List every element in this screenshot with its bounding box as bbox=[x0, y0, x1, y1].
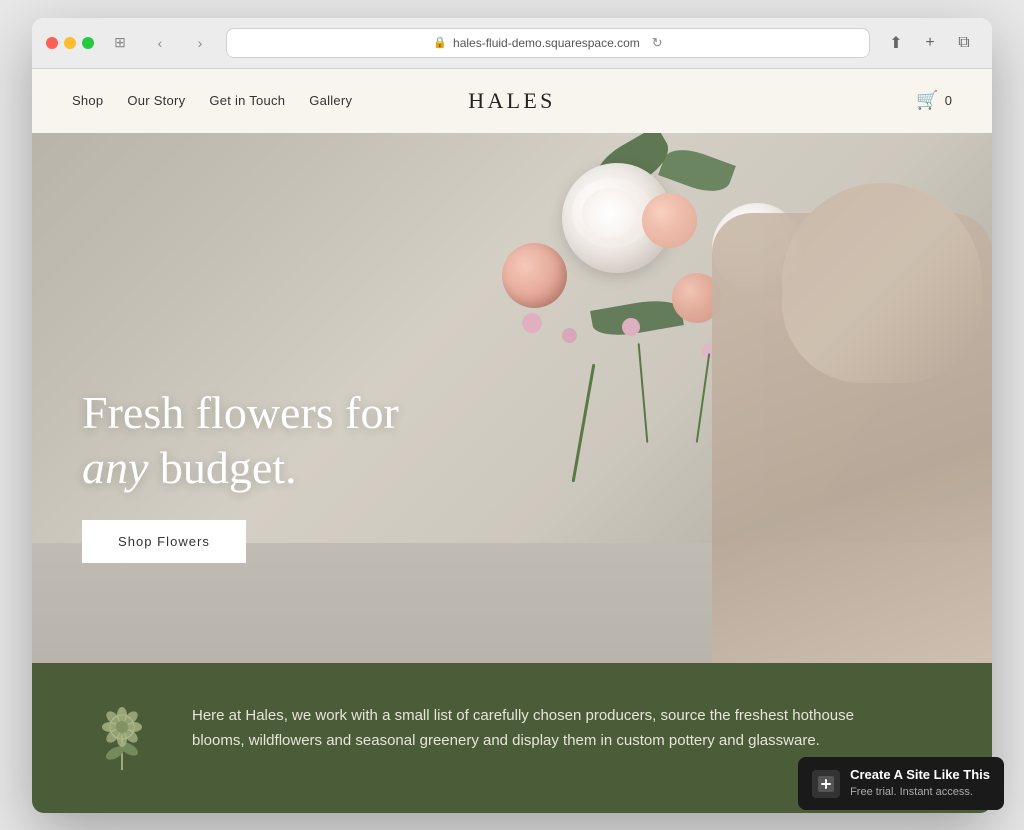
stem-1 bbox=[572, 363, 596, 482]
back-button[interactable]: ‹ bbox=[146, 29, 174, 57]
blossom-1 bbox=[522, 313, 542, 333]
blossom-2 bbox=[562, 328, 577, 343]
headline-line-3: budget. bbox=[148, 442, 296, 493]
forward-button[interactable]: › bbox=[186, 29, 214, 57]
floral-emblem bbox=[92, 703, 152, 773]
site-logo: HALES bbox=[468, 88, 555, 114]
browser-chrome: ⊞ ‹ › 🔒 hales-fluid-demo.squarespace.com… bbox=[32, 18, 992, 69]
traffic-lights bbox=[46, 37, 94, 49]
nav-get-in-touch[interactable]: Get in Touch bbox=[209, 93, 285, 108]
person-head bbox=[782, 183, 982, 383]
site-navigation: Shop Our Story Get in Touch Gallery bbox=[72, 93, 352, 108]
headline-italic: any bbox=[82, 442, 148, 493]
browser-window: ⊞ ‹ › 🔒 hales-fluid-demo.squarespace.com… bbox=[32, 18, 992, 813]
url-text: hales-fluid-demo.squarespace.com bbox=[453, 36, 640, 50]
squarespace-icon bbox=[812, 770, 840, 798]
blossom-3 bbox=[622, 318, 640, 336]
maximize-button[interactable] bbox=[82, 37, 94, 49]
cart-count: 0 bbox=[945, 93, 952, 108]
create-site-banner[interactable]: Create A Site Like This Free trial. Inst… bbox=[798, 757, 1004, 810]
emblem-svg bbox=[95, 705, 150, 770]
cart-area[interactable]: 🛒 0 bbox=[916, 90, 952, 111]
create-site-text: Create A Site Like This Free trial. Inst… bbox=[850, 767, 990, 800]
bottom-body-text: Here at Hales, we work with a small list… bbox=[192, 703, 872, 754]
reload-icon[interactable]: ↻ bbox=[652, 35, 663, 51]
hero-headline: Fresh flowers for any budget. bbox=[82, 385, 399, 495]
rose-2 bbox=[642, 193, 697, 248]
stem-2 bbox=[638, 343, 649, 443]
create-site-sublabel: Free trial. Instant access. bbox=[850, 786, 973, 798]
nav-gallery[interactable]: Gallery bbox=[309, 93, 352, 108]
shop-flowers-button[interactable]: Shop Flowers bbox=[82, 520, 246, 563]
person-arm bbox=[712, 213, 992, 663]
new-tab-button[interactable]: + bbox=[916, 29, 944, 57]
tabs-button[interactable]: ⧉ bbox=[950, 29, 978, 57]
website-content: Shop Our Story Get in Touch Gallery HALE… bbox=[32, 69, 992, 813]
headline-line-1: Fresh flowers for bbox=[82, 387, 399, 438]
address-bar[interactable]: 🔒 hales-fluid-demo.squarespace.com ↻ bbox=[226, 28, 870, 58]
nav-our-story[interactable]: Our Story bbox=[127, 93, 185, 108]
nav-shop[interactable]: Shop bbox=[72, 93, 103, 108]
share-button[interactable]: ⬆ bbox=[882, 29, 910, 57]
leaf-2 bbox=[658, 142, 736, 199]
site-header: Shop Our Story Get in Touch Gallery HALE… bbox=[32, 69, 992, 133]
hero-content: Fresh flowers for any budget. Shop Flowe… bbox=[82, 385, 399, 562]
lock-icon: 🔒 bbox=[433, 36, 447, 49]
cart-icon: 🛒 bbox=[916, 90, 938, 111]
minimize-button[interactable] bbox=[64, 37, 76, 49]
stem-3 bbox=[696, 353, 711, 442]
tab-switcher-button[interactable]: ⊞ bbox=[106, 29, 134, 57]
hero-section: Fresh flowers for any budget. Shop Flowe… bbox=[32, 133, 992, 663]
rose-1 bbox=[502, 243, 567, 308]
close-button[interactable] bbox=[46, 37, 58, 49]
create-site-label: Create A Site Like This bbox=[850, 767, 990, 782]
